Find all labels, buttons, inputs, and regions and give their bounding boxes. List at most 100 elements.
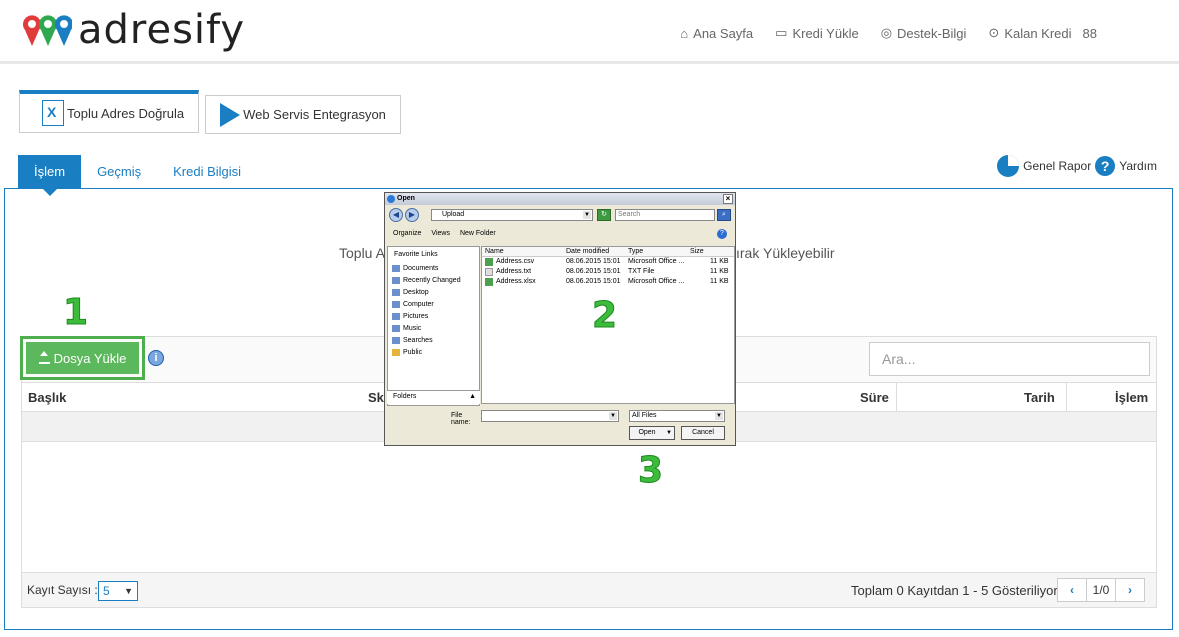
new-folder-button[interactable]: New Folder (460, 227, 496, 241)
file-type: Microsoft Office ... (628, 258, 685, 265)
nav-support[interactable]: ◎ Destek-Bilgi (881, 25, 967, 41)
module-tab-web-service-label: Web Servis Entegrasyon (243, 107, 386, 122)
address-bar[interactable]: Upload ▼ (431, 209, 593, 221)
search-icon[interactable]: ⌕ (717, 209, 731, 221)
total-text: Toplam 0 Kayıtdan 1 - 5 Gösteriliyor. (851, 583, 1061, 598)
support-icon: ◎ (880, 25, 893, 40)
step-1-label: 1 (62, 292, 89, 334)
excel-file-icon (485, 278, 493, 286)
list-item[interactable]: Address.xlsx 08.06.2015 15:01 Microsoft … (482, 277, 734, 287)
dialog-title: Open (397, 195, 415, 202)
computer-icon (392, 300, 400, 308)
help-link[interactable]: Yardım (1119, 159, 1157, 173)
nav-home[interactable]: ⌂ Ana Sayfa (680, 25, 753, 41)
nav-computer[interactable]: Computer (388, 298, 479, 310)
chevron-down-icon[interactable]: ▼ (609, 412, 617, 420)
dialog-title-bar[interactable]: Open × (385, 193, 735, 205)
col-date-modified[interactable]: Date modified (566, 248, 609, 255)
help-icon[interactable]: ? (717, 229, 727, 239)
nav-searches[interactable]: Searches (388, 334, 479, 346)
nav-desktop[interactable]: Desktop (388, 286, 479, 298)
address-row: ◀ ▶ Upload ▼ ↻ Search ⌕ (387, 207, 733, 223)
module-tab-web-service[interactable]: Web Servis Entegrasyon (205, 95, 401, 134)
map-pin-logo-icon (23, 15, 72, 46)
nav-item-label: Documents (403, 264, 439, 272)
cancel-button[interactable]: Cancel (681, 426, 725, 440)
chevron-down-icon[interactable]: ▼ (715, 412, 723, 420)
nav-credit-load-label: Kredi Yükle (792, 25, 859, 41)
file-name: Address.txt (496, 268, 532, 275)
favorite-links-header: Favorite Links (394, 251, 438, 258)
file-date: 08.06.2015 15:01 (566, 258, 621, 265)
col-tarih[interactable]: Tarih (1024, 390, 1055, 405)
help-icon[interactable]: ? (1095, 156, 1116, 176)
table-footer: Kayıt Sayısı : 5 Toplam 0 Kayıtdan 1 - 5… (22, 572, 1156, 607)
nav-public[interactable]: Public (388, 346, 479, 358)
nav-support-label: Destek-Bilgi (897, 25, 967, 41)
nav-home-label: Ana Sayfa (693, 25, 754, 41)
col-size[interactable]: Size (690, 248, 704, 255)
refresh-icon[interactable]: ↻ (597, 209, 611, 221)
prev-page-button[interactable]: ‹ (1058, 579, 1086, 601)
general-report-link[interactable]: Genel Rapor (1023, 159, 1091, 173)
tab-islem[interactable]: İşlem (18, 155, 82, 196)
chevron-down-icon[interactable]: ▼ (583, 211, 591, 219)
nav-pictures[interactable]: Pictures (388, 310, 479, 322)
nav-item-label: Computer (403, 300, 434, 308)
filename-input[interactable]: ▼ (481, 410, 619, 422)
file-list-header: Name Date modified Type Size (482, 247, 734, 257)
upload-button-highlight: Dosya Yükle (20, 336, 145, 380)
list-item[interactable]: Address.txt 08.06.2015 15:01 TXT File 11… (482, 267, 734, 277)
file-date: 08.06.2015 15:01 (566, 278, 621, 285)
organize-menu[interactable]: Organize (393, 227, 421, 241)
col-sure[interactable]: Süre (860, 390, 889, 405)
info-icon[interactable]: i (148, 350, 164, 366)
nav-item-label: Desktop (403, 288, 429, 296)
nav-item-label: Recently Changed (403, 276, 461, 284)
back-arrow-icon[interactable]: ◀ (389, 208, 403, 222)
nav-music[interactable]: Music (388, 322, 479, 334)
open-file-dialog: Open × ◀ ▶ Upload ▼ ↻ Search ⌕ Organize … (384, 192, 736, 446)
file-size: 11 KB (710, 278, 729, 285)
nav-documents[interactable]: Documents (388, 262, 479, 274)
pie-chart-icon[interactable] (997, 155, 1020, 177)
nav-item-label: Public (403, 348, 423, 356)
nav-credit-load[interactable]: ▭ Kredi Yükle (775, 25, 859, 41)
list-item[interactable]: Address.csv 08.06.2015 15:01 Microsoft O… (482, 257, 734, 267)
col-name[interactable]: Name (485, 248, 504, 255)
next-page-button[interactable]: › (1116, 579, 1144, 601)
records-select[interactable]: 5 (98, 581, 138, 601)
file-name: Address.xlsx (496, 278, 536, 285)
close-icon[interactable]: × (723, 194, 733, 204)
upload-button[interactable]: Dosya Yükle (26, 342, 139, 374)
filetype-select[interactable]: All Files ▼ (629, 410, 725, 422)
forward-arrow-icon[interactable]: ▶ (405, 208, 419, 222)
col-baslik[interactable]: Başlık (28, 390, 66, 405)
folders-label: Folders (393, 393, 417, 400)
logo[interactable]: adresify (22, 8, 245, 52)
open-button[interactable]: Open (629, 426, 675, 440)
module-tabs: Toplu Adres Doğrula Web Servis Entegrasy… (19, 90, 401, 134)
top-nav: ⌂ Ana Sayfa ▭ Kredi Yükle ◎ Destek-Bilgi… (680, 25, 1097, 41)
col-islem[interactable]: İşlem (1115, 390, 1148, 405)
tab-gecmis[interactable]: Geçmiş (81, 155, 157, 188)
right-tools: Genel Rapor ? Yardım (997, 155, 1157, 177)
views-menu[interactable]: Views (431, 227, 450, 241)
module-tab-bulk-address-label: Toplu Adres Doğrula (67, 105, 185, 121)
nav-recently-changed[interactable]: Recently Changed (388, 274, 479, 286)
module-tab-bulk-address[interactable]: Toplu Adres Doğrula (19, 90, 200, 133)
nav-remaining-credit-label: Kalan Kredi (1004, 25, 1072, 41)
dialog-search-input[interactable]: Search (615, 209, 715, 221)
file-type: Microsoft Office ... (628, 278, 685, 285)
col-separator (896, 383, 897, 412)
recent-icon (392, 276, 400, 284)
tab-kredi-bilgisi[interactable]: Kredi Bilgisi (157, 155, 257, 188)
excel-icon (42, 100, 64, 126)
navigation-pane: Favorite Links Documents Recently Change… (387, 246, 480, 406)
search-input[interactable]: Ara... (869, 342, 1150, 376)
page-indicator: 1/0 (1086, 579, 1116, 601)
folders-toggle[interactable]: Folders ▲ (387, 390, 480, 404)
col-sk[interactable]: Sk (368, 390, 384, 405)
col-type[interactable]: Type (628, 248, 643, 255)
chevron-up-icon[interactable]: ▲ (469, 391, 476, 403)
